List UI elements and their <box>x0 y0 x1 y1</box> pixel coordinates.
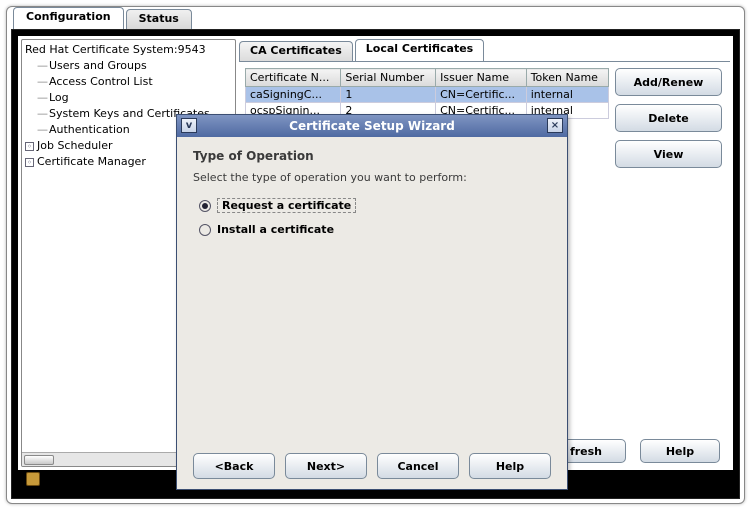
wizard-body: Type of Operation Select the type of ope… <box>177 137 567 258</box>
tree-item-label: Certificate Manager <box>37 154 146 170</box>
view-button[interactable]: View <box>615 140 722 168</box>
help-button[interactable]: Help <box>640 439 720 463</box>
tree-branch-icon: — <box>37 58 46 74</box>
tree-item[interactable]: —Access Control List <box>37 74 232 90</box>
tree-item[interactable]: —Users and Groups <box>37 58 232 74</box>
wizard-description: Select the type of operation you want to… <box>193 171 551 184</box>
cell: 1 <box>341 87 436 103</box>
wizard-help-button[interactable]: Help <box>469 453 551 479</box>
tree-item-label: Access Control List <box>49 74 153 90</box>
tab-status[interactable]: Status <box>126 9 192 29</box>
tab-configuration[interactable]: Configuration <box>13 7 124 29</box>
col-issuer-name[interactable]: Issuer Name <box>436 69 527 87</box>
scrollbar-thumb[interactable] <box>24 455 54 465</box>
table-row[interactable]: caSigningC... 1 CN=Certific... internal <box>246 87 609 103</box>
wizard-heading: Type of Operation <box>193 149 551 163</box>
tree-branch-icon: — <box>37 122 46 138</box>
wizard-title: Certificate Setup Wizard <box>289 119 455 133</box>
cell: internal <box>526 87 608 103</box>
tab-local-certificates[interactable]: Local Certificates <box>355 39 484 61</box>
cell: CN=Certific... <box>436 87 527 103</box>
col-serial-number[interactable]: Serial Number <box>341 69 436 87</box>
certificates-table[interactable]: Certificate N... Serial Number Issuer Na… <box>245 68 609 119</box>
expand-toggle-icon[interactable]: ◦ <box>25 142 34 151</box>
tab-ca-certificates[interactable]: CA Certificates <box>239 41 353 61</box>
top-tab-bar: Configuration Status <box>7 7 744 29</box>
radio-icon <box>199 224 211 236</box>
next-button[interactable]: Next> <box>285 453 367 479</box>
radio-icon <box>199 200 211 212</box>
add-renew-button[interactable]: Add/Renew <box>615 68 722 96</box>
tree-root-node[interactable]: Red Hat Certificate System:9543 <box>25 42 232 58</box>
tree-item[interactable]: —Log <box>37 90 232 106</box>
tree-item-label: Authentication <box>49 122 130 138</box>
tree-item-label: Log <box>49 90 69 106</box>
cell: caSigningC... <box>246 87 341 103</box>
radio-label: Request a certificate <box>217 198 356 213</box>
wizard-titlebar[interactable]: v Certificate Setup Wizard × <box>177 115 567 137</box>
side-button-column: Add/Renew Delete View <box>615 62 730 467</box>
back-button[interactable]: <Back <box>193 453 275 479</box>
col-token-name[interactable]: Token Name <box>526 69 608 87</box>
close-icon[interactable]: × <box>547 118 563 133</box>
col-certificate-name[interactable]: Certificate N... <box>246 69 341 87</box>
delete-button[interactable]: Delete <box>615 104 722 132</box>
status-lock-icon <box>26 472 40 486</box>
tree-branch-icon: — <box>37 74 46 90</box>
tree-item-label: Users and Groups <box>49 58 147 74</box>
wizard-button-row: <Back Next> Cancel Help <box>177 453 567 479</box>
bottom-button-row: fresh Help <box>546 439 720 463</box>
minimize-icon[interactable]: v <box>181 118 197 133</box>
tree-root-label: Red Hat Certificate System:9543 <box>25 42 206 58</box>
tree-branch-icon: — <box>37 106 46 122</box>
expand-toggle-icon[interactable]: ◦ <box>25 158 34 167</box>
radio-install-certificate[interactable]: Install a certificate <box>193 223 551 236</box>
radio-label: Install a certificate <box>217 223 334 236</box>
tree-branch-icon: — <box>37 90 46 106</box>
cancel-button[interactable]: Cancel <box>377 453 459 479</box>
table-header-row: Certificate N... Serial Number Issuer Na… <box>246 69 609 87</box>
radio-request-certificate[interactable]: Request a certificate <box>193 198 551 213</box>
sub-tab-bar: CA Certificates Local Certificates <box>239 39 730 61</box>
certificate-setup-wizard-dialog: v Certificate Setup Wizard × Type of Ope… <box>176 114 568 490</box>
tree-item-label: Job Scheduler <box>37 138 113 154</box>
